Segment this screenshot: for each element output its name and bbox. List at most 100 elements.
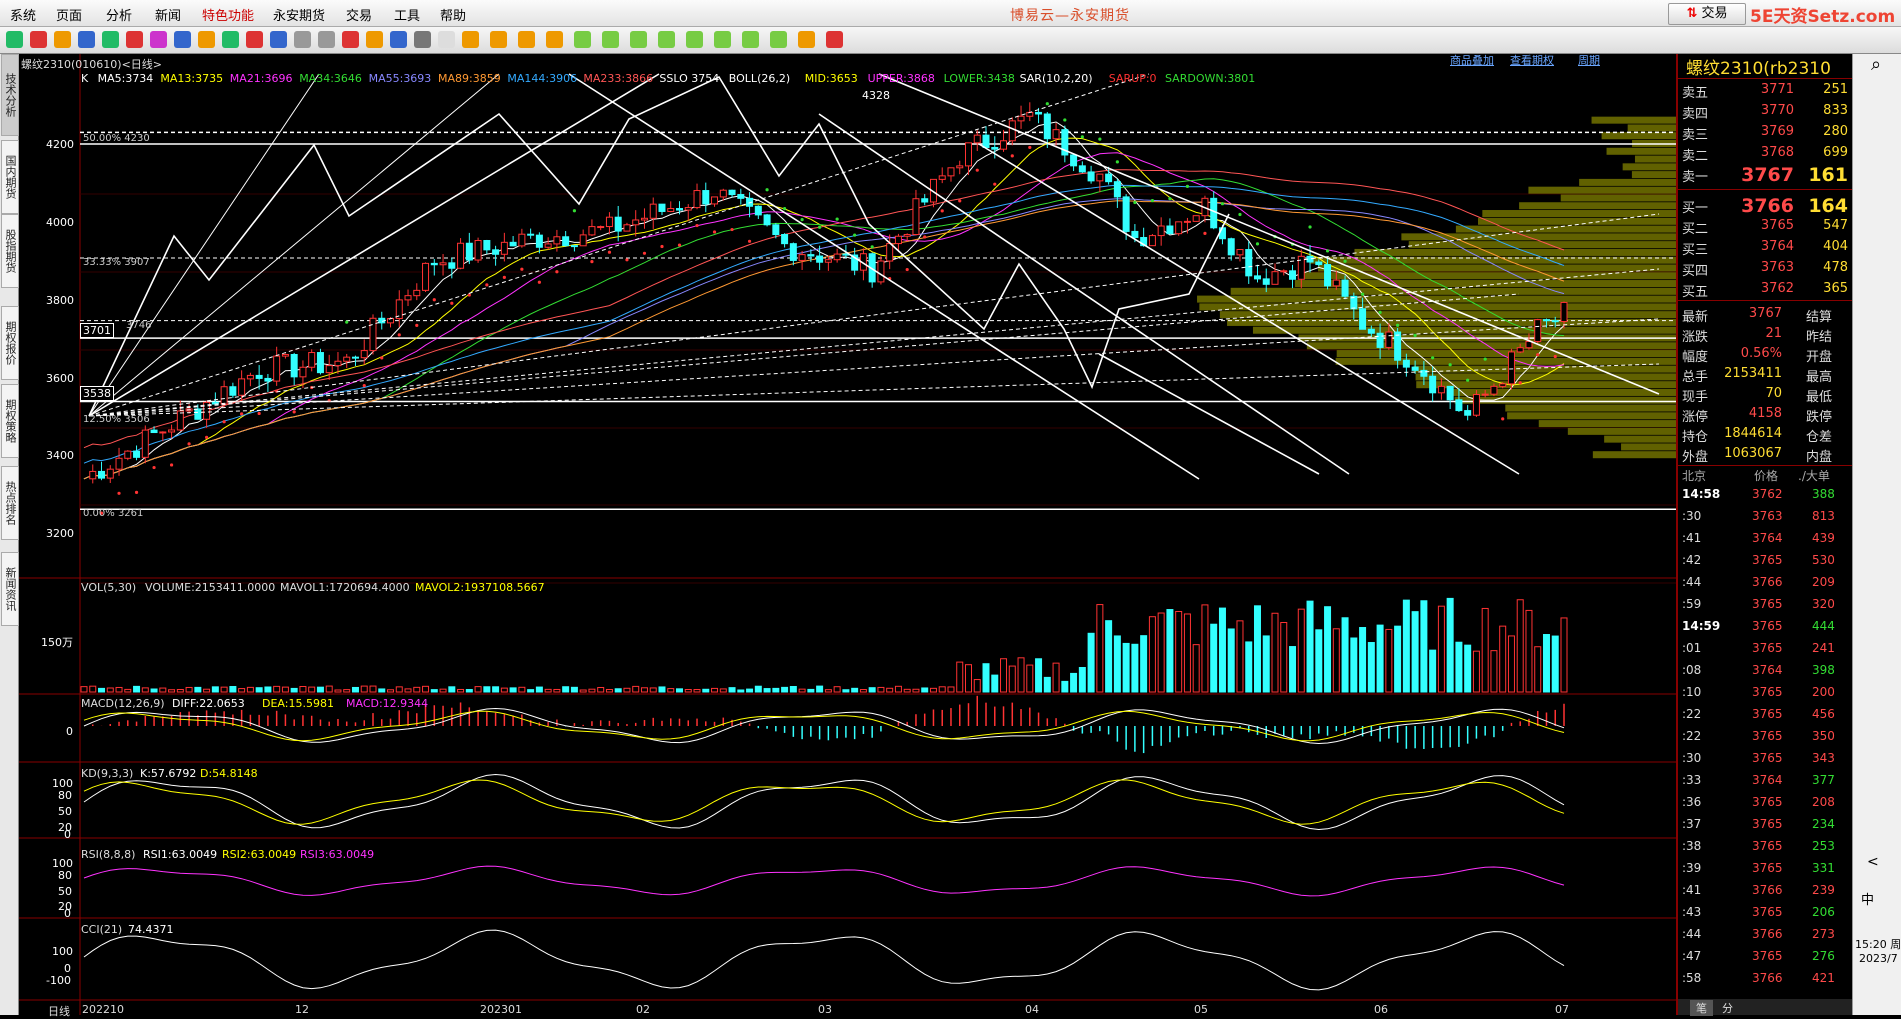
volume-bar (947, 686, 955, 693)
toolbar-tool-icon[interactable] (150, 31, 167, 48)
bid-row[interactable]: 买二 3765 547 (1678, 218, 1854, 238)
bid-row[interactable]: 买五 3762 365 (1678, 281, 1854, 301)
menu-yongan[interactable]: 永安期货 (273, 5, 325, 24)
candle-body (273, 355, 281, 382)
candle-body (597, 226, 605, 229)
bid-row[interactable]: 买一 3766 164 (1678, 195, 1854, 217)
volume-bar (527, 689, 535, 693)
link-overlay[interactable]: 商品叠加 (1450, 52, 1494, 68)
toolbar-tool-icon[interactable] (318, 31, 335, 48)
candle-body (308, 352, 316, 368)
menu-tools[interactable]: 工具 (394, 5, 420, 24)
toolbar-tool-icon[interactable] (658, 31, 675, 48)
search-icon[interactable]: ⌕ (1871, 54, 1881, 75)
tick-volume: 350 (1812, 729, 1835, 743)
sar-dot (397, 333, 401, 337)
toolbar-tool-icon[interactable] (78, 31, 95, 48)
bid-row[interactable]: 买四 3763 478 (1678, 260, 1854, 280)
toolbar-tool-icon[interactable] (770, 31, 787, 48)
stat-value: 1063067 (1724, 446, 1782, 461)
toolbar-tool-icon[interactable] (798, 31, 815, 48)
toolbar-tool-icon[interactable] (294, 31, 311, 48)
toolbar-tool-icon[interactable] (546, 31, 563, 48)
toolbar-tool-icon[interactable] (826, 31, 843, 48)
ask-row[interactable]: 卖二 3768 699 (1678, 145, 1854, 165)
toolbar-tool-icon[interactable] (246, 31, 263, 48)
main-indicator-item: SAR(10,2,20) (1019, 72, 1093, 85)
menu-special[interactable]: 特色功能 (202, 5, 254, 24)
toolbar-tool-icon[interactable] (54, 31, 71, 48)
tick-time: :39 (1682, 861, 1702, 875)
menu-news[interactable]: 新闻 (155, 5, 181, 24)
tab-option-strategy[interactable]: 期权策略 (1, 384, 19, 458)
chevron-left-icon[interactable]: < (1867, 854, 1879, 870)
toolbar-tool-icon[interactable] (414, 31, 431, 48)
tab-index-futures[interactable]: 股指期货 (1, 214, 19, 288)
menu-page[interactable]: 页面 (56, 5, 82, 24)
toolbar-tool-icon[interactable] (222, 31, 239, 48)
ask-row[interactable]: 卖四 3770 833 (1678, 103, 1854, 123)
chart-title: 螺纹2310(010610)<日线> (21, 58, 163, 71)
toolbar-tool-icon[interactable] (630, 31, 647, 48)
toolbar-tool-icon[interactable] (198, 31, 215, 48)
tab-technical-analysis[interactable]: 技术分析 (1, 54, 19, 136)
input-method-indicator[interactable]: 中 (1861, 889, 1874, 908)
volume-bar (1271, 612, 1279, 693)
menu-analysis[interactable]: 分析 (106, 5, 132, 24)
menu-system[interactable]: 系统 (10, 5, 36, 24)
tab-domestic-futures[interactable]: 国内期货 (1, 140, 19, 214)
ask-price: 3771 (1760, 82, 1794, 97)
toolbar-tool-icon[interactable] (126, 31, 143, 48)
candle-body (877, 260, 885, 283)
menu-help[interactable]: 帮助 (440, 5, 466, 24)
system-side-strip: ⌕ < 中 15:20 周 2023/7 (1852, 54, 1901, 1015)
candle-body (1105, 173, 1113, 183)
menu-trade[interactable]: 交易 (346, 5, 372, 24)
toolbar-tool-icon[interactable] (462, 31, 479, 48)
tick-time: :44 (1682, 927, 1702, 941)
toolbar-tool-icon[interactable] (438, 31, 455, 48)
kline-chart[interactable] (19, 54, 1676, 1015)
toolbar-tool-icon[interactable] (270, 31, 287, 48)
toolbar-tool-icon[interactable] (574, 31, 591, 48)
candle-body (921, 198, 929, 203)
toolbar-tool-icon[interactable] (342, 31, 359, 48)
candle-body (1175, 221, 1183, 235)
toolbar-tool-icon[interactable] (602, 31, 619, 48)
volume-bar (1437, 605, 1445, 693)
toolbar-tool-icon[interactable] (518, 31, 535, 48)
tab-minutes[interactable]: 分 (1722, 1000, 1733, 1016)
toolbar-tool-icon[interactable] (102, 31, 119, 48)
tab-ticks[interactable]: 笔 (1690, 1000, 1713, 1016)
tick-row: :59 3765 320 (1678, 597, 1854, 619)
volume-bar (395, 686, 403, 693)
volume-profile-bar (1219, 311, 1676, 319)
link-period[interactable]: 周期 (1578, 52, 1600, 68)
link-options[interactable]: 查看期权 (1510, 52, 1554, 68)
toolbar-tool-icon[interactable] (174, 31, 191, 48)
tab-hot-ranking[interactable]: 热点排名 (1, 466, 19, 540)
toolbar-tool-icon[interactable] (366, 31, 383, 48)
ask-row[interactable]: 卖三 3769 280 (1678, 124, 1854, 144)
candle-body (343, 356, 351, 362)
toolbar-tool-icon[interactable] (30, 31, 47, 48)
tab-news[interactable]: 新闻资讯 (1, 552, 19, 626)
toolbar-tool-icon[interactable] (714, 31, 731, 48)
tab-option-quotes[interactable]: 期权报价 (1, 306, 19, 380)
toolbar-tool-icon[interactable] (490, 31, 507, 48)
ask-row[interactable]: 卖一 3767 161 (1678, 164, 1854, 186)
toolbar-tool-icon[interactable] (686, 31, 703, 48)
toolbar-tool-icon[interactable] (390, 31, 407, 48)
volume-bar (1105, 620, 1113, 693)
toolbar-tool-icon[interactable] (6, 31, 23, 48)
candle-body (702, 190, 710, 205)
tick-price: 3765 (1752, 795, 1783, 809)
ask-row[interactable]: 卖五 3771 251 (1678, 82, 1854, 102)
volume-bar (1394, 625, 1402, 693)
volume-bar (474, 686, 482, 693)
trade-button[interactable]: ⇅ 交易 (1668, 3, 1746, 25)
bid-row[interactable]: 买三 3764 404 (1678, 239, 1854, 259)
toolbar-tool-icon[interactable] (742, 31, 759, 48)
volume-bar (500, 687, 508, 693)
candle-body (1289, 270, 1297, 280)
